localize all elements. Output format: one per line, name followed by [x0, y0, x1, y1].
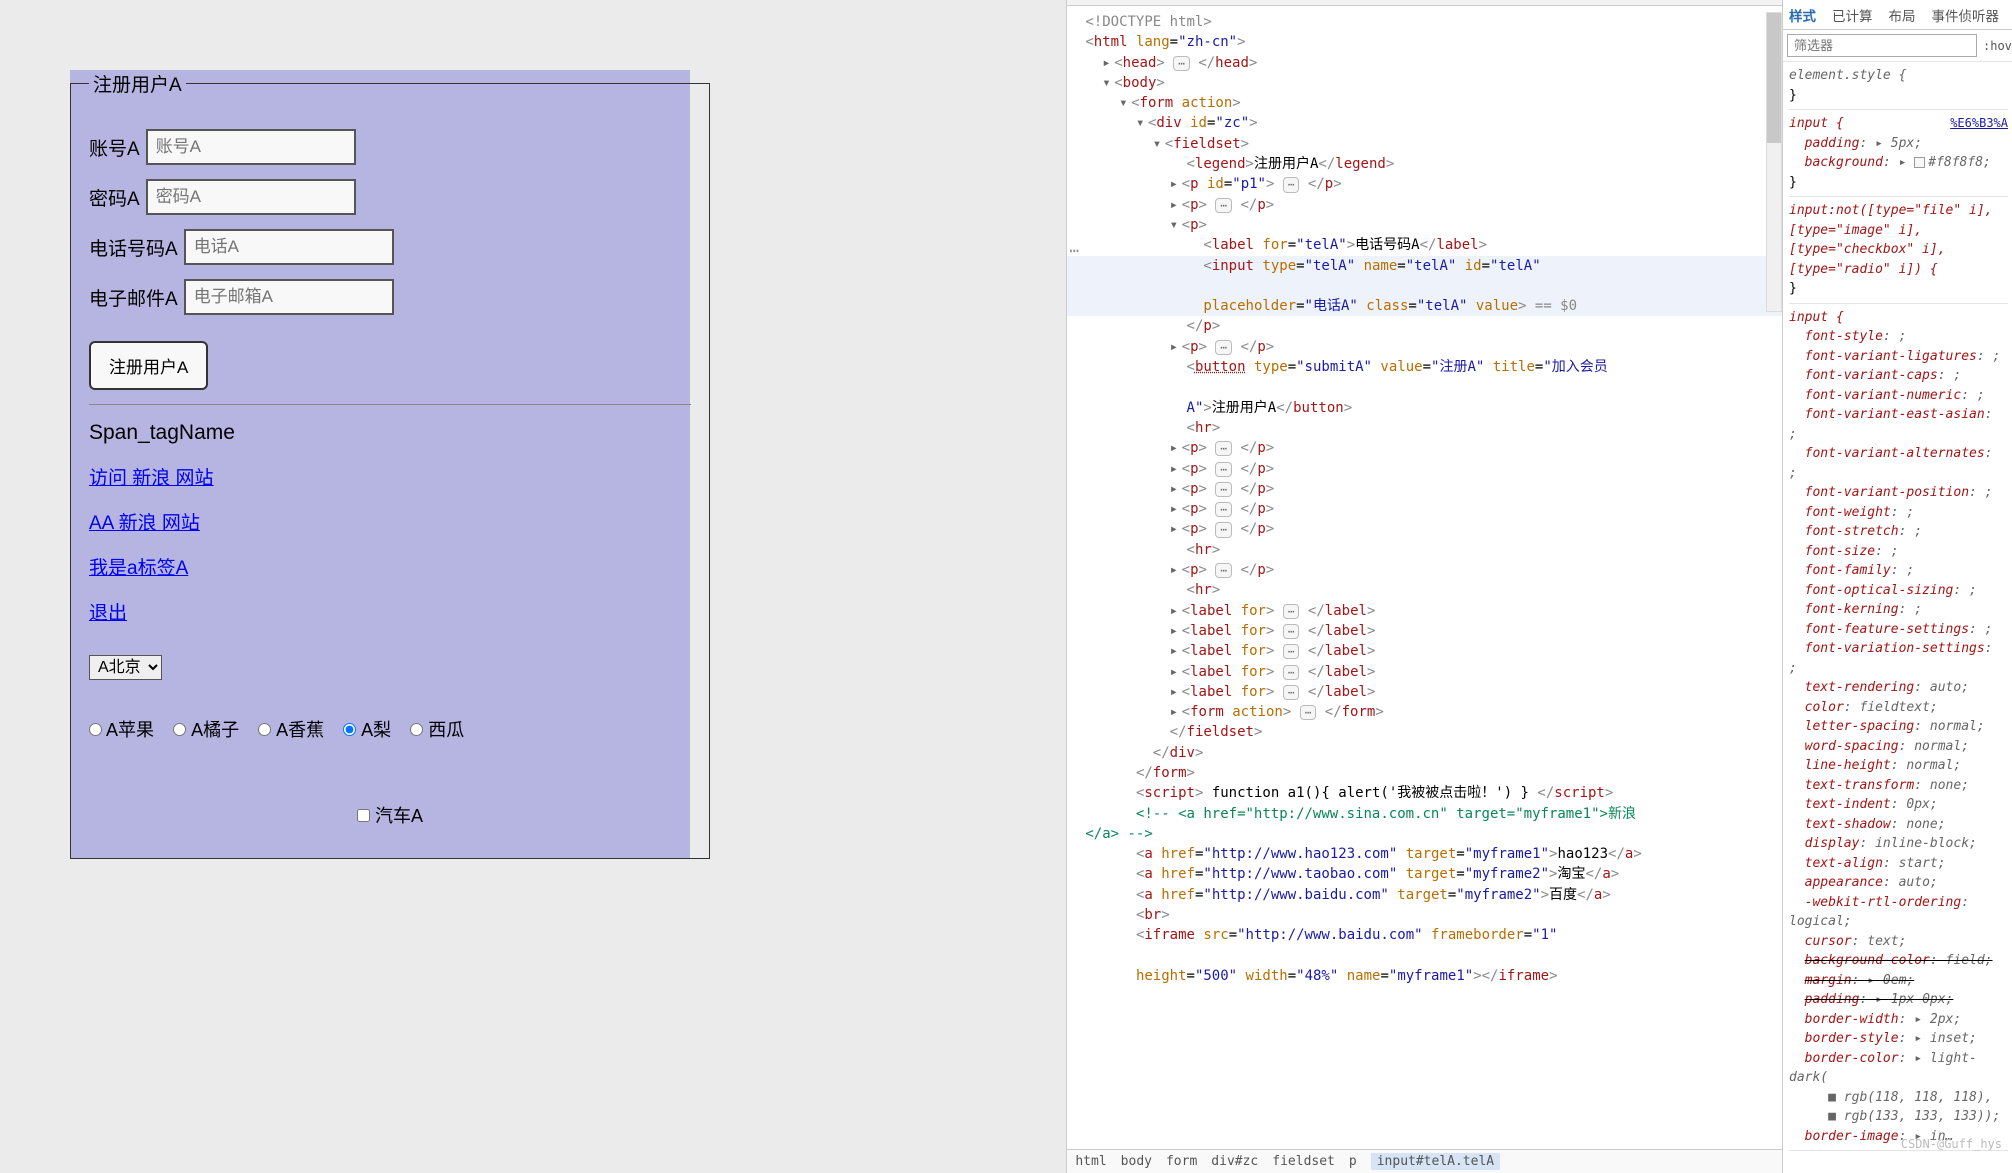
devtools: <!DOCTYPE html> <html lang="zh-cn"> ▸<he…: [1066, 0, 2012, 1173]
row-password: 密码A: [89, 179, 691, 215]
styles-body[interactable]: element.style { } %E6%B3%A input { paddi…: [1783, 62, 2012, 1173]
dom-scrollbar[interactable]: [1766, 12, 1782, 312]
arrow-down-icon[interactable]: ▾: [1136, 113, 1148, 133]
source-link[interactable]: %E6%B3%A: [1950, 114, 2008, 132]
filter-row: :hov .cls: [1783, 30, 2012, 62]
radio-pear[interactable]: A梨: [343, 720, 391, 740]
hov-button[interactable]: :hov: [1983, 39, 2012, 53]
radio-watermelon[interactable]: 西瓜: [410, 720, 464, 740]
checkbox-row: 汽车A: [89, 802, 691, 828]
radio-orange-input[interactable]: [173, 723, 186, 736]
radio-pear-input[interactable]: [343, 723, 356, 736]
row-account: 账号A: [89, 129, 691, 165]
link-aa-sina[interactable]: AA 新浪 网站: [89, 508, 691, 535]
legend: 注册用户A: [89, 70, 186, 97]
email-label: 电子邮件A: [89, 284, 178, 311]
rule-input-not[interactable]: input:not([type="file" i], [type="image"…: [1789, 201, 2008, 304]
rule-element-style[interactable]: element.style { }: [1789, 66, 2008, 110]
row-phone: 电话号码A: [89, 229, 691, 265]
dom-doctype[interactable]: <!DOCTYPE html>: [1085, 14, 1211, 30]
account-label: 账号A: [89, 134, 140, 161]
elements-panel: <!DOCTYPE html> <html lang="zh-cn"> ▸<he…: [1067, 0, 1782, 1173]
crumb-form[interactable]: form: [1166, 1154, 1197, 1169]
color-swatch-icon[interactable]: [1914, 157, 1925, 168]
divider: [89, 404, 691, 405]
link-exit[interactable]: 退出: [89, 598, 691, 625]
crumb-fieldset[interactable]: fieldset: [1272, 1154, 1335, 1169]
crumb-input[interactable]: input#telA.telA: [1371, 1153, 1500, 1170]
city-select[interactable]: A北京: [89, 655, 162, 680]
checkbox-car[interactable]: 汽车A: [357, 806, 423, 826]
dom-selected-node[interactable]: ⋯ <input type="telA" name="telA" id="tel…: [1067, 256, 1782, 317]
submit-button[interactable]: 注册用户A: [89, 341, 208, 390]
phone-input[interactable]: [184, 229, 394, 265]
arrow-down-icon[interactable]: ▾: [1153, 134, 1165, 154]
radio-orange[interactable]: A橘子: [173, 720, 239, 740]
account-input[interactable]: [146, 129, 356, 165]
register-fieldset: 注册用户A 账号A 密码A 电话号码A 电子邮件A 注册用户A: [70, 70, 710, 859]
link-list: 访问 新浪 网站 AA 新浪 网站 我是a标签A 退出: [89, 463, 691, 625]
filter-input[interactable]: [1787, 34, 1977, 57]
checkbox-car-input[interactable]: [357, 809, 370, 822]
scrollbar-thumb[interactable]: [1767, 13, 1781, 143]
link-sina[interactable]: 访问 新浪 网站: [89, 463, 691, 490]
tab-computed[interactable]: 已计算: [1832, 5, 1873, 25]
styles-panel: 样式 已计算 布局 事件侦听器 :hov .cls element.style …: [1782, 0, 2012, 1173]
crumb-p[interactable]: p: [1349, 1154, 1357, 1169]
arrow-down-icon[interactable]: ▾: [1102, 73, 1114, 93]
radio-row: A苹果 A橘子 A香蕉 A梨 西瓜: [89, 716, 691, 742]
phone-label: 电话号码A: [89, 234, 178, 261]
radio-banana[interactable]: A香蕉: [258, 720, 324, 740]
tab-listeners[interactable]: 事件侦听器: [1932, 5, 2000, 25]
password-input[interactable]: [146, 179, 356, 215]
password-label: 密码A: [89, 184, 140, 211]
tab-styles[interactable]: 样式: [1789, 5, 1816, 25]
email-input[interactable]: [184, 279, 394, 315]
rule-input-ua[interactable]: input { font-style: ; font-variant-ligat…: [1789, 308, 2008, 1152]
dotpill-icon[interactable]: ⋯: [1173, 56, 1190, 71]
radio-apple-input[interactable]: [89, 723, 102, 736]
tab-layout[interactable]: 布局: [1889, 5, 1916, 25]
page-left: 注册用户A 账号A 密码A 电话号码A 电子邮件A 注册用户A: [0, 0, 1066, 1173]
register-form: 注册用户A 账号A 密码A 电话号码A 电子邮件A 注册用户A: [70, 70, 690, 859]
crumb-body[interactable]: body: [1121, 1154, 1152, 1169]
styles-tabs: 样式 已计算 布局 事件侦听器: [1783, 0, 2012, 30]
link-a-tag[interactable]: 我是a标签A: [89, 553, 691, 580]
watermark: CSDN-@Guff_hys: [1901, 1137, 2002, 1151]
crumb-html[interactable]: html: [1075, 1154, 1106, 1169]
lavender-canvas: 注册用户A 账号A 密码A 电话号码A 电子邮件A 注册用户A: [70, 70, 690, 859]
radio-banana-input[interactable]: [258, 723, 271, 736]
arrow-right-icon[interactable]: ▸: [1170, 174, 1182, 194]
radio-apple[interactable]: A苹果: [89, 720, 154, 740]
row-email: 电子邮件A: [89, 279, 691, 315]
dom-tree[interactable]: <!DOCTYPE html> <html lang="zh-cn"> ▸<he…: [1067, 6, 1782, 1149]
crumb-div[interactable]: div#zc: [1211, 1154, 1258, 1169]
breadcrumb[interactable]: html body form div#zc fieldset p input#t…: [1067, 1149, 1782, 1173]
rule-input-author[interactable]: %E6%B3%A input { padding: ▸ 5px; backgro…: [1789, 114, 2008, 197]
arrow-right-icon[interactable]: ▸: [1102, 53, 1114, 73]
span-heading: Span_tagName: [89, 421, 691, 445]
dots-gutter-icon[interactable]: ⋯: [1069, 239, 1079, 262]
arrow-down-icon[interactable]: ▾: [1119, 93, 1131, 113]
radio-watermelon-input[interactable]: [410, 723, 423, 736]
